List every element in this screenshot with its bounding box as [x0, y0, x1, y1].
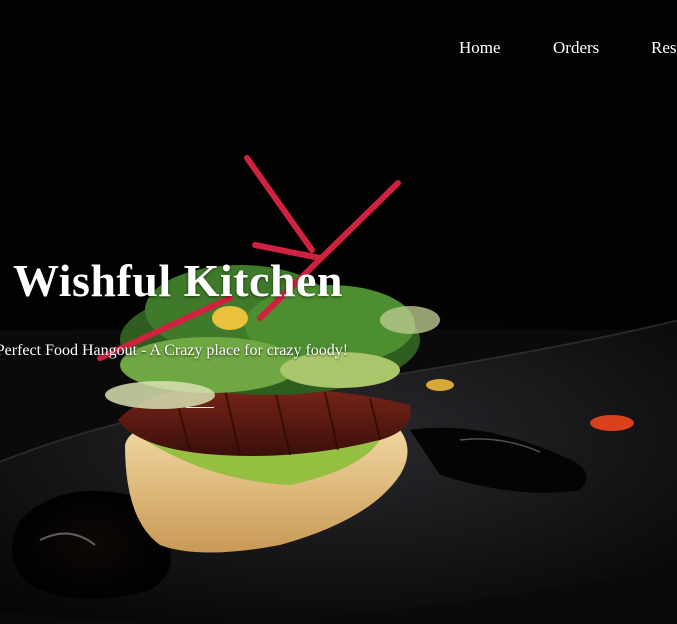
plated-dish-image	[0, 155, 677, 624]
hero-section: Home Orders Res Wishful Kitchen t of Per…	[0, 0, 677, 624]
nav-home-link[interactable]: Home	[459, 38, 501, 58]
nav-orders-link[interactable]: Orders	[553, 38, 599, 58]
hero-tagline: t of Perfect Food Hangout - A Crazy plac…	[0, 342, 349, 359]
top-nav: Home Orders Res	[0, 38, 677, 62]
nav-reservations-link[interactable]: Res	[651, 38, 677, 58]
hero-title: Wishful Kitchen	[13, 255, 343, 306]
title-divider	[186, 407, 214, 408]
